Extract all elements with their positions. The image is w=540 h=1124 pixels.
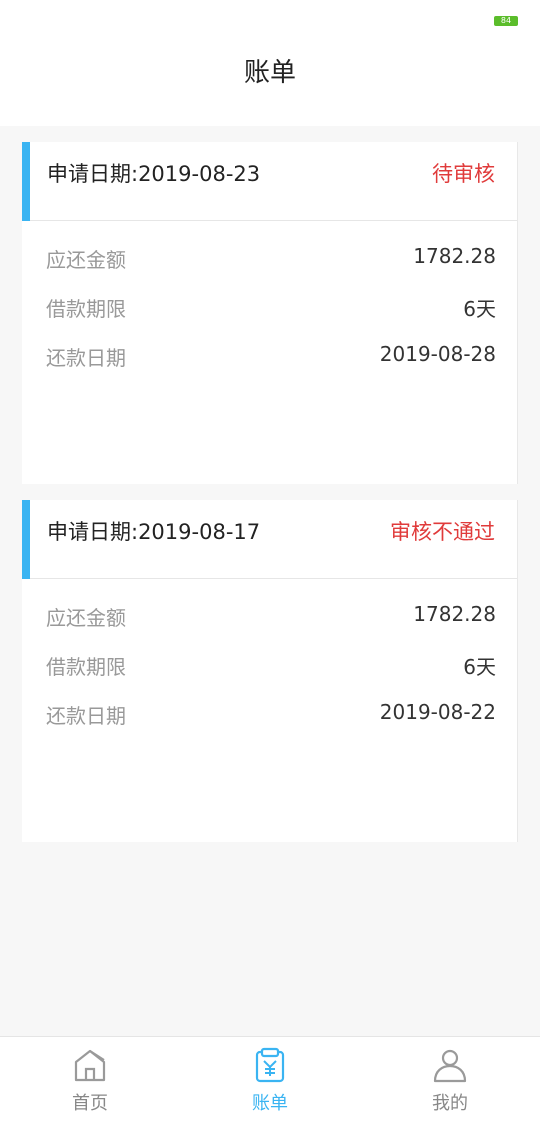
loan-term-row: 借款期限 6天	[22, 293, 518, 323]
user-icon	[433, 1049, 467, 1083]
loan-term-value: 6天	[463, 655, 496, 679]
tab-me-label: 我的	[432, 1093, 468, 1114]
tab-home[interactable]: 首页	[0, 1037, 180, 1124]
header: 账单	[0, 40, 540, 126]
battery-icon: 84	[494, 16, 518, 26]
bill-card[interactable]: 申请日期:2019-08-23 待审核 应还金额 1782.28 借款期限 6天…	[22, 142, 518, 484]
status-bar: 84	[0, 0, 540, 40]
repay-date-label: 还款日期	[46, 346, 126, 370]
tab-me[interactable]: 我的	[360, 1037, 540, 1124]
review-status: 审核不通过	[390, 520, 495, 544]
review-status: 待审核	[432, 162, 495, 186]
accent-bar	[22, 142, 30, 221]
apply-date: 申请日期:2019-08-17	[47, 520, 261, 544]
tab-bills[interactable]: 账单	[180, 1037, 360, 1124]
bill-icon	[255, 1047, 285, 1083]
repay-date-row: 还款日期 2019-08-22	[22, 700, 518, 730]
amount-due-label: 应还金额	[46, 606, 126, 630]
accent-bar	[22, 500, 30, 579]
amount-due-row: 应还金额 1782.28	[22, 602, 518, 632]
page-title: 账单	[243, 58, 296, 88]
amount-due-label: 应还金额	[46, 248, 126, 272]
amount-due-value: 1782.28	[413, 602, 496, 626]
bill-card[interactable]: 申请日期:2019-08-17 审核不通过 应还金额 1782.28 借款期限 …	[22, 500, 518, 842]
tab-bar: 首页 账单 我的	[0, 1036, 540, 1124]
amount-due-row: 应还金额 1782.28	[22, 244, 518, 274]
repay-date-label: 还款日期	[46, 704, 126, 728]
tab-home-label: 首页	[72, 1093, 108, 1114]
loan-term-row: 借款期限 6天	[22, 651, 518, 681]
repay-date-row: 还款日期 2019-08-28	[22, 342, 518, 372]
repay-date-value: 2019-08-28	[379, 342, 496, 366]
repay-date-value: 2019-08-22	[379, 700, 496, 724]
tab-bills-label: 账单	[252, 1093, 288, 1114]
home-icon	[74, 1049, 106, 1082]
apply-date: 申请日期:2019-08-23	[47, 162, 261, 186]
loan-term-label: 借款期限	[46, 655, 126, 679]
bill-card-header: 申请日期:2019-08-17 审核不通过	[22, 500, 517, 579]
loan-term-label: 借款期限	[46, 297, 126, 321]
loan-term-value: 6天	[463, 297, 496, 321]
amount-due-value: 1782.28	[413, 244, 496, 268]
bill-card-header: 申请日期:2019-08-23 待审核	[22, 142, 517, 221]
